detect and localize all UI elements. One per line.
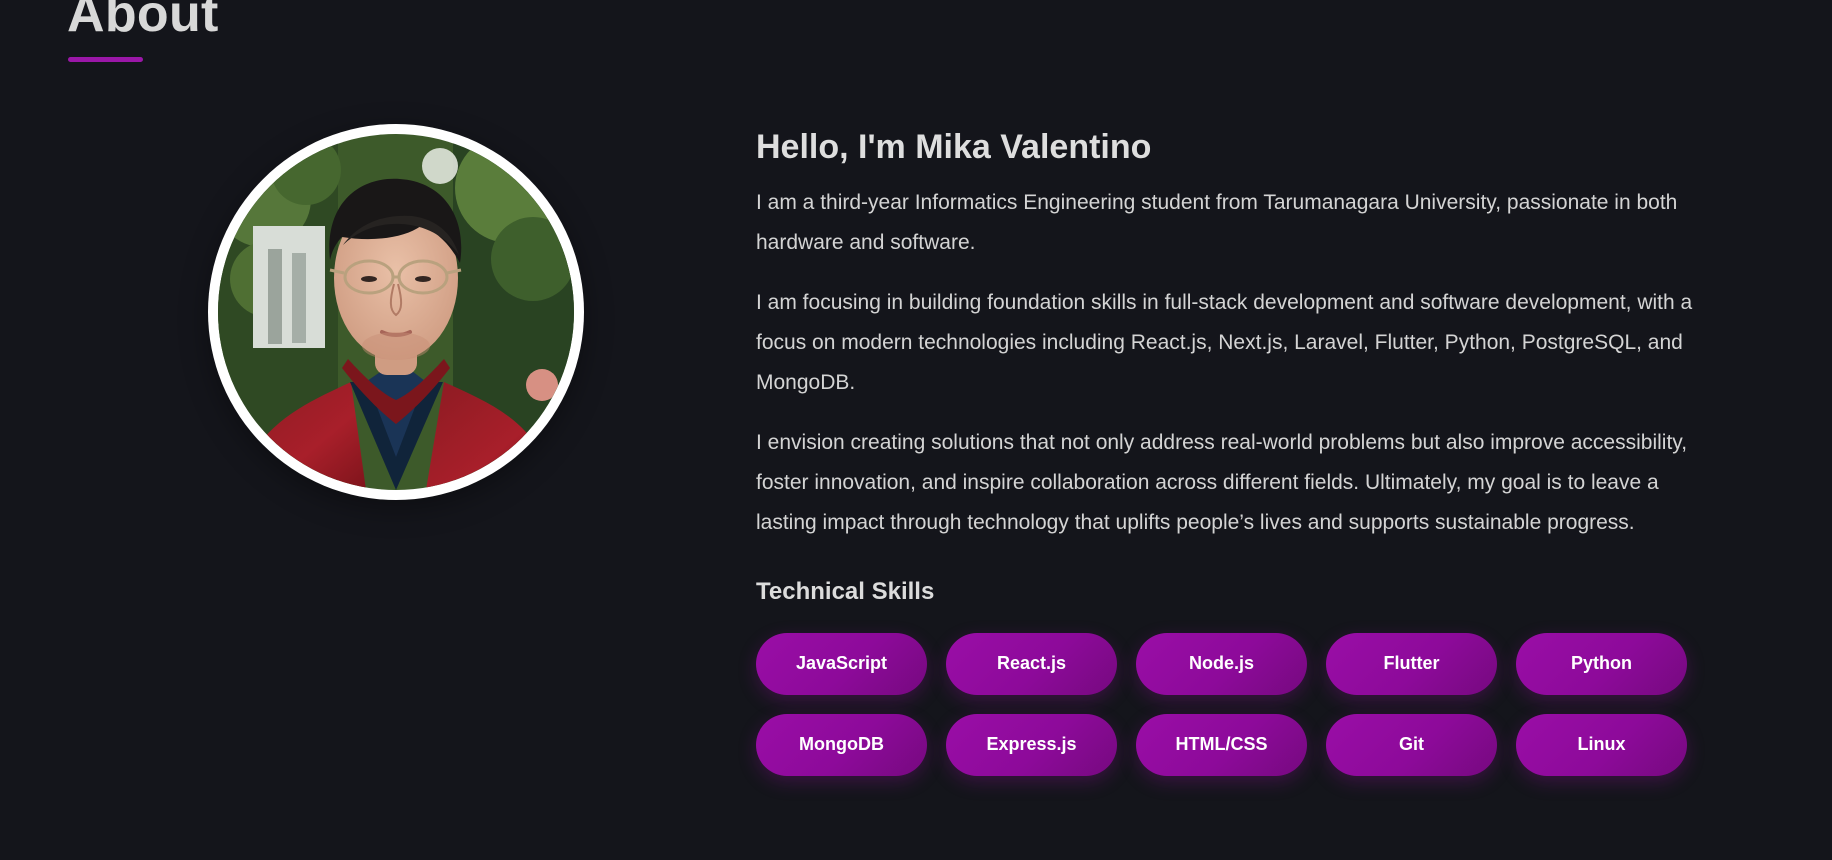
skill-chip-mongodb[interactable]: MongoDB <box>756 713 927 776</box>
skill-chip-git[interactable]: Git <box>1326 713 1497 776</box>
about-paragraph-1: I am a third-year Informatics Engineerin… <box>756 190 1678 254</box>
technical-skills-heading: Technical Skills <box>756 577 935 605</box>
about-content: Hello, I'm Mika Valentino I am a third-y… <box>756 126 1694 776</box>
greeting-heading: Hello, I'm Mika Valentino <box>756 128 1152 166</box>
skill-chip-python[interactable]: Python <box>1516 632 1687 695</box>
profile-photo-image <box>218 134 574 490</box>
profile-photo <box>208 124 584 500</box>
skills-grid: JavaScript React.js Node.js Flutter Pyth… <box>756 632 1694 776</box>
skill-chip-flutter[interactable]: Flutter <box>1326 632 1497 695</box>
skill-chip-reactjs[interactable]: React.js <box>946 632 1117 695</box>
section-title: About <box>67 0 219 43</box>
skill-chip-html-css[interactable]: HTML/CSS <box>1136 713 1307 776</box>
title-underline <box>68 57 143 62</box>
skill-chip-linux[interactable]: Linux <box>1516 713 1687 776</box>
about-paragraph-2: I am focusing in building foundation ski… <box>756 290 1693 394</box>
about-paragraph-3: I envision creating solutions that not o… <box>756 430 1688 534</box>
skill-chip-nodejs[interactable]: Node.js <box>1136 632 1307 695</box>
skill-chip-javascript[interactable]: JavaScript <box>756 632 927 695</box>
skill-chip-expressjs[interactable]: Express.js <box>946 713 1117 776</box>
about-section: About Hello, I'm Mika Valentino I am a t… <box>0 0 1832 860</box>
